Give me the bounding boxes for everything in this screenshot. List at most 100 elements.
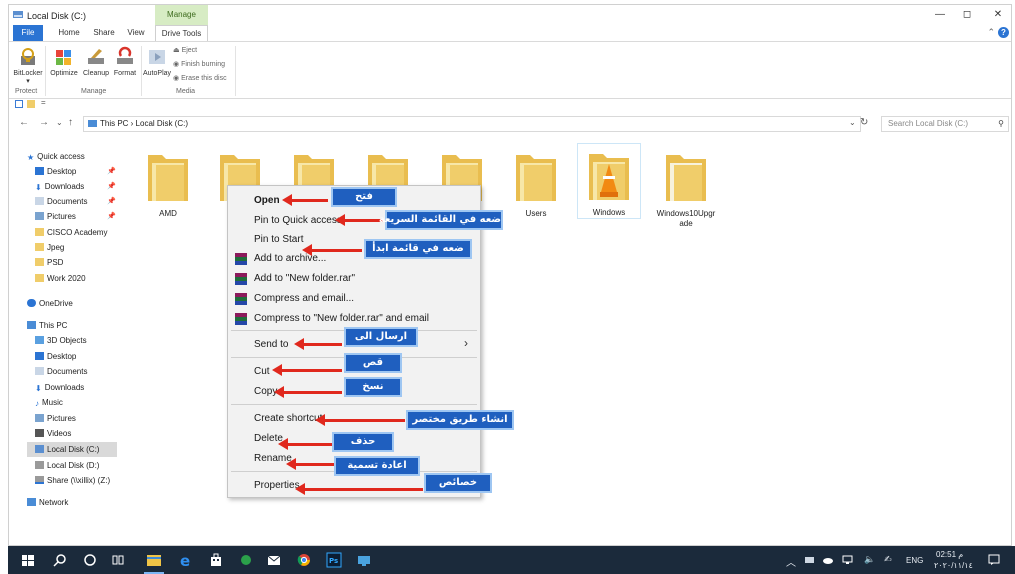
show-hidden-icons-icon[interactable]: ︿ [786,554,796,569]
help-icon[interactable]: ? [998,27,1009,38]
store-icon[interactable] [208,552,224,568]
bitlocker-label: BitLocker [13,70,43,77]
folder-icon [35,243,44,251]
format-button[interactable]: Format [111,46,139,77]
annotation-pin-start: ضعه في قائمة ابدأ [364,239,472,259]
tab-drive-tools[interactable]: Drive Tools [155,25,208,41]
tab-home[interactable]: Home [53,25,85,41]
folder-item[interactable]: Windows10Upgr ade [653,149,719,229]
address-dropdown-icon[interactable]: ⌄ [849,118,856,127]
vlc-folder-icon [589,154,629,200]
folder-item[interactable]: Users [507,149,565,219]
menu-item-compress-rar-email[interactable]: Compress to "New folder.rar" and email [254,313,429,324]
tab-file[interactable]: File [13,25,43,41]
folder-label: Windows [592,208,626,217]
minimize-button[interactable]: — [929,8,951,22]
annotation-arrow [278,438,332,450]
nav-label: Desktop [47,167,77,176]
annotation-arrow [282,194,328,206]
download-icon: ⬇ [35,384,42,393]
back-arrow-icon[interactable]: ← [19,117,29,128]
autoplay-button[interactable]: AutoPlay [143,46,171,77]
clock-date[interactable]: ٢٠٢٠/١١/١٤ [934,561,973,570]
cleanup-button[interactable]: Cleanup [81,46,111,77]
annotation-arrow [294,338,342,350]
refresh-icon[interactable]: ↻ [860,117,868,128]
folder-icon [35,258,44,266]
bitlocker-button[interactable]: BitLocker ▾ [13,46,43,85]
nav-label: Work 2020 [47,274,86,283]
menu-item-create-shortcut[interactable]: Create shortcut [254,413,322,424]
nav-label: Documents [47,367,88,376]
desktop-icon [35,352,44,360]
erase-disc-icon: ◉ [173,75,182,82]
nav-label: Downloads [44,383,85,392]
forward-arrow-icon[interactable]: → [39,117,49,128]
nav-this-pc[interactable]: This PC [27,318,135,333]
clock-time[interactable]: 02:51 م [936,550,963,559]
annotation-copy: نسخ [344,377,402,397]
app-icon[interactable] [238,552,254,568]
search-input[interactable]: Search Local Disk (C:) ⚲ [881,116,1009,132]
desktop-icon [35,167,44,175]
menu-item-open[interactable]: Open [254,195,280,206]
svg-text:e: e [180,552,190,568]
network-tray-icon[interactable] [842,555,853,565]
windows-start-icon[interactable] [20,552,36,568]
menu-item-add-rar[interactable]: Add to "New folder.rar" [254,273,355,284]
nav-item-local-disk-c[interactable]: Local Disk (C:) [27,442,117,457]
chevron-up-icon[interactable]: ⌃ [987,27,995,38]
folder-item-selected[interactable]: Windows [577,143,641,219]
folder-item[interactable]: AMD [139,149,197,219]
app-icon[interactable] [356,552,372,568]
pin-icon[interactable]: 📌 [107,164,116,179]
onedrive-tray-icon[interactable] [822,555,833,565]
tab-share[interactable]: Share [89,25,119,41]
menu-item-pin-quick-access[interactable]: Pin to Quick access [254,215,342,226]
up-arrow-icon[interactable]: ↑ [68,117,73,128]
computer-icon [27,321,36,329]
nav-network[interactable]: Network [27,495,135,510]
pin-icon[interactable]: 📌 [107,179,116,194]
photoshop-icon[interactable]: Ps [326,552,342,568]
close-button[interactable]: ✕ [987,8,1009,22]
menu-item-properties[interactable]: Properties [254,480,300,491]
language-indicator[interactable]: ENG [906,556,923,565]
customize-dropdown-icon[interactable]: = [41,98,46,107]
erase-disc-button[interactable]: ◉ Erase this disc [173,74,227,82]
pen-icon[interactable]: ✍ [884,554,892,565]
volume-icon[interactable]: 🔈 [864,554,875,565]
search-icon[interactable] [52,552,68,568]
nav-quick-access[interactable]: ★ Quick access [27,149,135,164]
edge-icon[interactable]: e [178,552,194,568]
optimize-icon [56,50,71,65]
address-bar[interactable]: This PC › Local Disk (C:) [83,116,861,132]
cortana-icon[interactable] [82,552,98,568]
eject-button[interactable]: ⏏ Eject [173,46,197,54]
optimize-button[interactable]: Optimize [49,46,79,77]
tray-app-icon[interactable] [804,555,815,565]
checkbox-icon[interactable] [15,100,23,108]
menu-item-pin-start[interactable]: Pin to Start [254,234,303,245]
maximize-button[interactable]: ◻ [956,8,978,22]
nav-onedrive[interactable]: OneDrive [27,296,135,311]
folder-label: AMD [159,209,177,218]
manage-contextual-tab[interactable]: Manage [155,5,208,25]
nav-label: Quick access [37,152,85,161]
task-view-icon[interactable] [110,552,126,568]
menu-item-add-archive[interactable]: Add to archive... [254,253,326,264]
notifications-icon[interactable] [988,554,1000,566]
file-explorer-icon[interactable] [146,552,162,568]
recent-dropdown-icon[interactable]: ⌄ [56,118,63,127]
folder-icon[interactable] [27,100,35,108]
menu-item-send-to[interactable]: Send to [254,339,288,350]
menu-item-cut[interactable]: Cut [254,366,270,377]
finish-burning-button[interactable]: ◉ Finish burning [173,60,225,68]
pin-icon[interactable]: 📌 [107,194,116,209]
chrome-icon[interactable] [296,552,312,568]
folder-label: Users [525,209,547,218]
mail-icon[interactable] [266,552,282,568]
tab-view[interactable]: View [123,25,149,41]
menu-item-compress-email[interactable]: Compress and email... [254,293,354,304]
pin-icon[interactable]: 📌 [107,209,116,224]
